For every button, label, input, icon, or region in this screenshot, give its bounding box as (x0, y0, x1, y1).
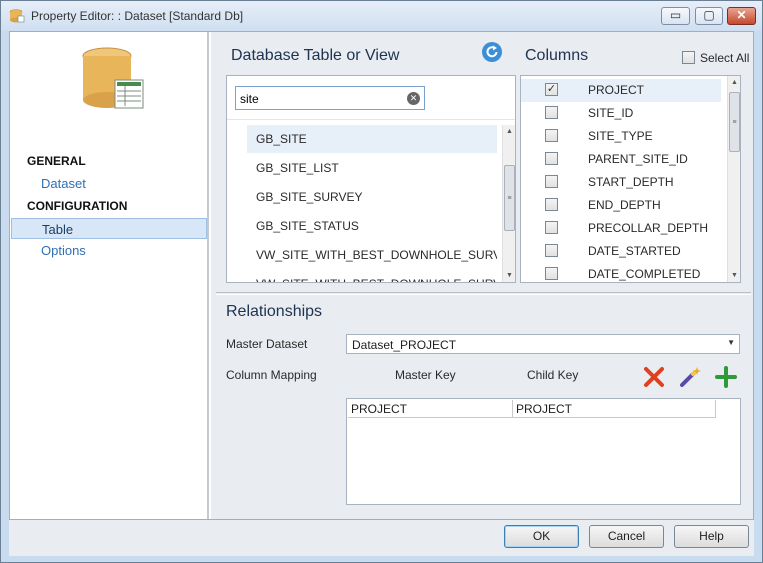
tables-scrollbar[interactable]: ▲ ≡ ▼ (502, 125, 515, 282)
table-search-input[interactable] (240, 91, 400, 106)
tables-panel: ✕ GB_SITE GB_SITE_LIST GB_SITE_SURVEY GB… (226, 75, 516, 283)
dialog-footer: OK Cancel Help (9, 520, 754, 556)
master-dataset-value: Dataset_PROJECT (352, 338, 457, 352)
columns-panel: ✓ PROJECT SITE_ID SITE_TYPE PARENT_SITE_… (520, 75, 741, 283)
scroll-thumb[interactable]: ≡ (729, 92, 740, 152)
maximize-icon: ▢ (703, 8, 715, 22)
column-label: SITE_TYPE (588, 129, 653, 143)
column-mapping-label: Column Mapping (226, 368, 317, 382)
table-list-item[interactable]: GB_SITE (247, 125, 497, 153)
table-list-item[interactable]: GB_SITE_SURVEY (247, 183, 497, 211)
column-row[interactable]: START_DEPTH (521, 171, 721, 194)
sidebar-item-options[interactable]: Options (11, 240, 207, 261)
nav-header-general: GENERAL (27, 154, 86, 168)
column-label: PARENT_SITE_ID (588, 152, 688, 166)
column-label: END_DEPTH (588, 198, 661, 212)
column-checkbox[interactable] (545, 152, 558, 165)
column-row[interactable]: END_DEPTH (521, 194, 721, 217)
table-list-item[interactable]: VW_SITE_WITH_BEST_DOWNHOLE_SURVEY (247, 270, 497, 282)
master-key-header: Master Key (395, 368, 456, 382)
column-label: PRECOLLAR_DEPTH (588, 221, 709, 235)
mapping-child-cell[interactable]: PROJECT (513, 400, 716, 418)
column-checkbox[interactable] (545, 175, 558, 188)
cancel-button[interactable]: Cancel (589, 525, 664, 548)
column-mapping-grid[interactable]: PROJECT PROJECT (346, 398, 741, 505)
search-divider (227, 119, 515, 120)
maximize-button[interactable]: ▢ (695, 7, 723, 25)
column-row[interactable]: PRECOLLAR_DEPTH (521, 217, 721, 240)
column-checkbox[interactable]: ✓ (545, 83, 558, 96)
title-bar[interactable]: Property Editor: : Dataset [Standard Db]… (1, 1, 762, 31)
column-row[interactable]: ✓ PROJECT (521, 79, 721, 102)
column-checkbox[interactable] (545, 129, 558, 142)
clear-icon[interactable]: ✕ (407, 92, 420, 105)
close-icon: ✕ (736, 8, 747, 22)
column-checkbox[interactable] (545, 198, 558, 211)
master-dataset-label: Master Dataset (226, 337, 308, 351)
scroll-down-arrow[interactable]: ▼ (728, 269, 740, 282)
column-row[interactable]: SITE_TYPE (521, 125, 721, 148)
column-label: SITE_ID (588, 106, 634, 120)
dataset-icon (82, 47, 144, 109)
window-title: Property Editor: : Dataset [Standard Db] (31, 9, 244, 23)
table-search-box[interactable]: ✕ (235, 86, 425, 110)
close-button[interactable]: ✕ (727, 7, 756, 25)
select-all-label: Select All (700, 51, 750, 65)
column-checkbox[interactable] (545, 221, 558, 234)
columns-panel-title: Columns (525, 47, 589, 64)
scroll-up-arrow[interactable]: ▲ (728, 76, 740, 89)
property-editor-window: Property Editor: : Dataset [Standard Db]… (0, 0, 763, 563)
sidebar: GENERAL Dataset CONFIGURATION Table Opti… (10, 32, 209, 519)
column-label: START_DEPTH (588, 175, 674, 189)
delete-icon[interactable] (642, 365, 666, 389)
table-list-item[interactable]: VW_SITE_WITH_BEST_DOWNHOLE_SURVEY (247, 241, 497, 269)
tables-panel-title: Database Table or View (231, 47, 400, 64)
mapping-master-cell[interactable]: PROJECT (348, 400, 513, 418)
nav-header-configuration: CONFIGURATION (27, 199, 128, 213)
child-key-header: Child Key (527, 368, 579, 382)
main-content: Database Table or View Columns Select Al… (211, 32, 753, 519)
relationships-title: Relationships (226, 303, 323, 320)
table-list-item[interactable]: GB_SITE_LIST (247, 154, 497, 182)
scroll-up-arrow[interactable]: ▲ (503, 125, 515, 138)
column-label: DATE_COMPLETED (588, 267, 701, 281)
column-row[interactable]: PARENT_SITE_ID (521, 148, 721, 171)
refresh-icon[interactable] (481, 41, 503, 63)
app-icon (9, 9, 25, 23)
column-label: PROJECT (588, 83, 645, 97)
minimize-button[interactable]: ▭ (661, 7, 690, 25)
section-divider (216, 292, 751, 295)
chevron-down-icon: ▼ (727, 338, 735, 347)
select-all-checkbox[interactable] (682, 51, 695, 64)
scroll-down-arrow[interactable]: ▼ (503, 269, 515, 282)
help-button[interactable]: Help (674, 525, 749, 548)
column-label: DATE_STARTED (588, 244, 681, 258)
column-row[interactable]: DATE_STARTED (521, 240, 721, 263)
ok-button[interactable]: OK (504, 525, 579, 548)
column-checkbox[interactable] (545, 244, 558, 257)
scroll-thumb[interactable]: ≡ (504, 165, 515, 231)
magic-wand-icon[interactable] (678, 365, 702, 389)
columns-scrollbar[interactable]: ▲ ≡ ▼ (727, 76, 740, 282)
column-row[interactable]: DATE_COMPLETED (521, 263, 721, 282)
dialog-client: GENERAL Dataset CONFIGURATION Table Opti… (9, 31, 754, 520)
add-icon[interactable] (714, 365, 738, 389)
column-checkbox[interactable] (545, 267, 558, 280)
column-checkbox[interactable] (545, 106, 558, 119)
column-row[interactable]: SITE_ID (521, 102, 721, 125)
sidebar-item-table[interactable]: Table (11, 218, 207, 239)
sidebar-item-dataset[interactable]: Dataset (11, 173, 207, 194)
master-dataset-select[interactable]: Dataset_PROJECT ▼ (346, 334, 740, 354)
table-list-item[interactable]: GB_SITE_STATUS (247, 212, 497, 240)
minimize-icon: ▭ (669, 8, 682, 22)
